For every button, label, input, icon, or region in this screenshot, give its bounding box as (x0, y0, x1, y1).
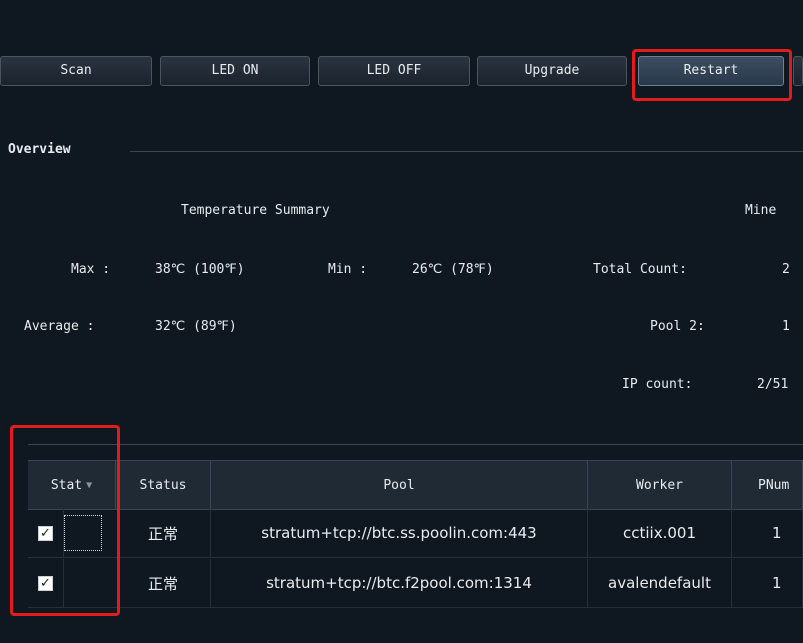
temperature-summary-title: Temperature Summary (181, 203, 330, 218)
ip-count-value: 2/51 (757, 377, 789, 392)
status-cell: 正常 (116, 559, 211, 607)
stat-column-highlight-box (10, 425, 120, 616)
ip-count-label: IP count: (622, 377, 693, 392)
worker-cell: avalendefault (588, 559, 732, 607)
column-header-status[interactable]: Status (116, 461, 211, 509)
pool-cell: stratum+tcp://btc.ss.poolin.com:443 (211, 509, 588, 557)
status-cell: 正常 (116, 509, 211, 557)
min-temp-value: 26℃ (78℉) (412, 262, 494, 277)
scan-button[interactable]: Scan (0, 56, 152, 86)
miner-summary-title: Mine (745, 203, 777, 218)
table-row[interactable]: ✓ 正常 stratum+tcp://btc.f2pool.com:1314 a… (28, 559, 803, 608)
worker-cell: cctiix.001 (588, 509, 732, 557)
pool2-label: Pool 2: (650, 319, 705, 334)
column-header-pnum[interactable]: PNum (732, 461, 803, 509)
pnum-cell: 1 (732, 559, 803, 607)
table-top-divider (28, 444, 803, 445)
table-row[interactable]: ✓ 正常 stratum+tcp://btc.ss.poolin.com:443… (28, 509, 803, 558)
toolbar-overflow-button[interactable] (793, 56, 803, 86)
average-temp-value: 32℃ (89℉) (155, 319, 237, 334)
column-header-pool[interactable]: Pool (211, 461, 588, 509)
min-temp-label: Min : (328, 262, 368, 277)
led-off-button[interactable]: LED OFF (318, 56, 470, 86)
pnum-cell: 1 (732, 509, 803, 557)
led-on-button[interactable]: LED ON (160, 56, 310, 86)
pool-cell: stratum+tcp://btc.f2pool.com:1314 (211, 559, 588, 607)
miner-table-header: Stat ▼ Status Pool Worker PNum (28, 460, 803, 510)
total-count-value: 2 (782, 262, 790, 277)
overview-title: Overview (8, 142, 71, 157)
overview-divider (130, 151, 803, 152)
max-temp-value: 38℃ (100℉) (155, 262, 245, 277)
average-temp-label: Average : (24, 319, 95, 334)
upgrade-button[interactable]: Upgrade (477, 56, 627, 86)
max-temp-label: Max : (71, 262, 111, 277)
restart-highlight-box (632, 49, 792, 101)
total-count-label: Total Count: (593, 262, 687, 277)
column-header-worker[interactable]: Worker (588, 461, 732, 509)
pool2-value: 1 (782, 319, 790, 334)
